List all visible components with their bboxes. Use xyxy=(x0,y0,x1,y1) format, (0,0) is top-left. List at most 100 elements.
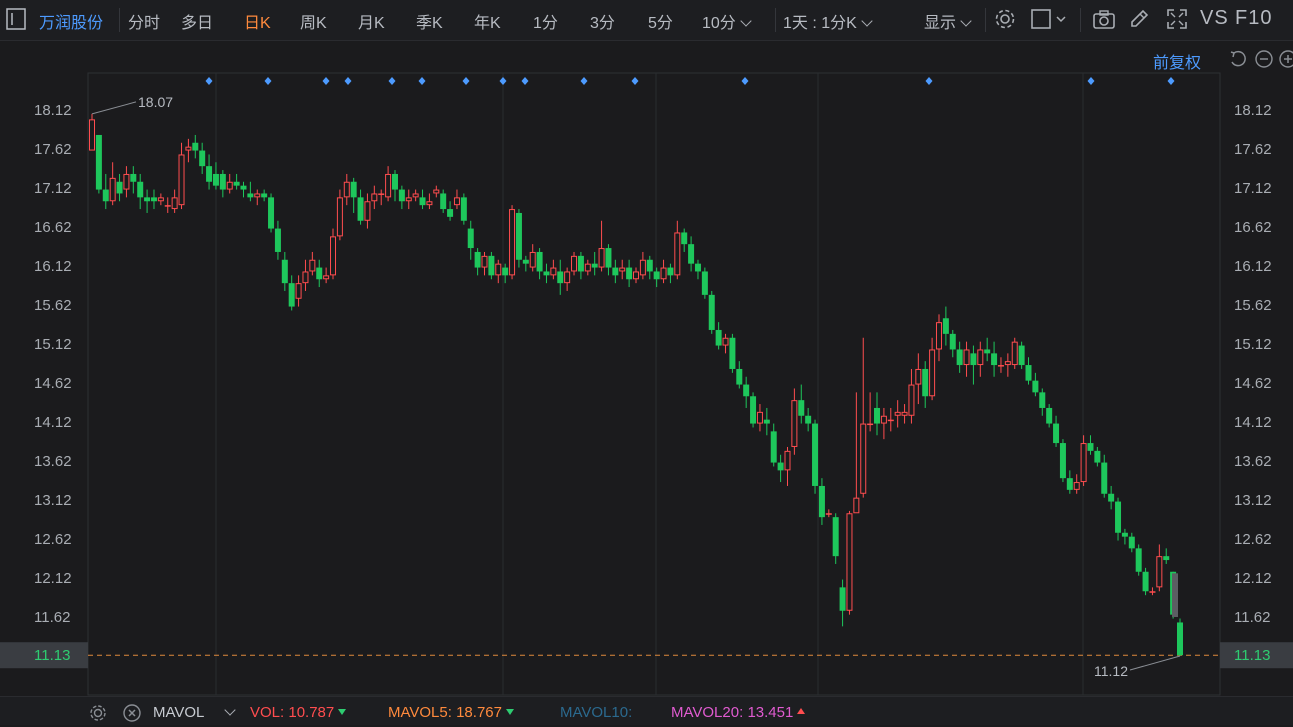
candle-body xyxy=(1066,478,1073,490)
candlestick xyxy=(330,228,337,280)
candlestick xyxy=(515,209,522,268)
candle-body xyxy=(467,228,474,249)
candle-body xyxy=(956,349,963,366)
candle-body xyxy=(1142,571,1149,592)
mavol5-value: 18.767 xyxy=(456,704,502,721)
mavol5-label: MAVOL5: xyxy=(388,704,452,721)
display-menu[interactable]: 显示 xyxy=(924,9,972,33)
y-tick-label-left: 13.12 xyxy=(34,492,72,509)
candle-body xyxy=(812,423,819,486)
candle-body xyxy=(447,209,454,217)
candle-body xyxy=(577,255,584,272)
tab-10min[interactable]: 10分 xyxy=(702,9,752,33)
period-selector[interactable]: 1天 : 1分K xyxy=(783,9,873,33)
y-tick-label-left: 11.62 xyxy=(34,609,70,626)
candlestick xyxy=(123,166,130,198)
y-tick-label-left: 15.62 xyxy=(34,297,72,314)
candle-body xyxy=(1073,482,1080,490)
tab-multi-day[interactable]: 多日 xyxy=(181,9,213,33)
candlestick xyxy=(1128,532,1135,553)
zoom-out-icon[interactable] xyxy=(1255,50,1273,73)
price-adjust-label[interactable]: 前复权 xyxy=(1153,49,1201,73)
candlestick xyxy=(1018,341,1025,369)
tab-quarterly-k[interactable]: 季K xyxy=(416,9,443,33)
candle-body xyxy=(1094,450,1101,463)
panel-toggle-icon[interactable] xyxy=(6,8,26,35)
tab-1min[interactable]: 1分 xyxy=(533,9,558,33)
candle-body xyxy=(750,396,757,424)
fullscreen-icon[interactable] xyxy=(1166,8,1188,35)
candle-body xyxy=(729,337,736,369)
candlestick xyxy=(612,259,619,284)
tab-intraday[interactable]: 分时 xyxy=(128,9,160,33)
candlestick xyxy=(736,361,743,389)
vs-button[interactable]: VS xyxy=(1200,7,1229,30)
tab-monthly-k[interactable]: 月K xyxy=(358,9,385,33)
y-tick-label-left: 17.12 xyxy=(34,180,72,197)
candlestick xyxy=(832,513,839,564)
y-tick-label-left: 12.12 xyxy=(34,570,72,587)
candle-body xyxy=(343,181,350,198)
candle-body xyxy=(880,415,887,424)
pencil-icon[interactable] xyxy=(1128,8,1150,35)
candlestick xyxy=(577,251,584,280)
high-annotation-label: 18.07 xyxy=(138,94,173,110)
y-tick-label-right: 15.12 xyxy=(1234,336,1272,353)
candle-body xyxy=(963,349,970,366)
kline-chart[interactable]: 18.12 17.62 17.12 16.62 16.12 15.62 15.12 14.62… xyxy=(0,41,1293,696)
candlestick xyxy=(233,173,240,190)
mavol10-readout: MAVOL10: xyxy=(560,704,632,721)
y-tick-label-left: 14.12 xyxy=(34,414,72,431)
chart-style-dropdown[interactable] xyxy=(1030,8,1068,35)
candlestick xyxy=(130,166,137,194)
candle-body xyxy=(1115,501,1122,533)
candlestick xyxy=(667,263,674,284)
tab-weekly-k[interactable]: 周K xyxy=(300,9,327,33)
candlestick xyxy=(1177,618,1183,656)
candle-body xyxy=(949,333,956,350)
divider xyxy=(119,8,120,32)
candlestick xyxy=(467,220,474,260)
candlestick xyxy=(660,259,667,284)
mavol5-readout: MAVOL5: 18.767 xyxy=(388,704,514,721)
candle-body xyxy=(550,267,557,276)
candle-body xyxy=(846,513,853,611)
candle-body xyxy=(935,322,942,350)
undo-icon[interactable] xyxy=(1228,50,1246,73)
candlestick xyxy=(323,267,330,284)
candlestick xyxy=(584,259,591,276)
indicator-select[interactable]: MAVOL xyxy=(153,704,237,721)
candle-body xyxy=(743,384,750,397)
tab-yearly-k[interactable]: 年K xyxy=(474,9,501,33)
candlestick xyxy=(867,392,874,432)
y-tick-label-left: 15.12 xyxy=(34,336,72,353)
candle-body xyxy=(157,197,164,202)
kline-chart-canvas: 18.12 17.62 17.12 16.62 16.12 15.62 15.12 14.62… xyxy=(0,72,1293,696)
gear-icon[interactable] xyxy=(994,8,1016,35)
tab-3min[interactable]: 3分 xyxy=(590,9,615,33)
tab-daily-k[interactable]: 日K xyxy=(244,9,271,33)
candlestick xyxy=(1011,337,1018,369)
tab-5min[interactable]: 5分 xyxy=(648,9,673,33)
event-marker-icon xyxy=(264,77,272,85)
indicator-select-label: MAVOL xyxy=(153,704,205,721)
camera-icon[interactable] xyxy=(1092,8,1116,35)
candlestick xyxy=(977,341,984,377)
stock-name[interactable]: 万润股份 xyxy=(39,9,103,33)
candle-body xyxy=(350,181,357,198)
candlestick xyxy=(426,193,433,210)
f10-button[interactable]: F10 xyxy=(1235,7,1272,30)
candlestick xyxy=(433,185,440,198)
candlestick xyxy=(1135,544,1142,576)
candlestick xyxy=(743,376,750,408)
down-arrow-icon xyxy=(338,709,347,715)
y-tick-label-left: 16.12 xyxy=(34,258,72,275)
candlestick xyxy=(157,193,164,206)
chevron-down-icon xyxy=(224,704,237,716)
candle-body xyxy=(598,248,605,268)
zoom-in-icon[interactable] xyxy=(1279,50,1293,73)
candlestick xyxy=(495,259,502,284)
candle-body xyxy=(247,193,254,198)
candle-body xyxy=(1101,462,1108,494)
event-marker-icon xyxy=(322,77,330,85)
